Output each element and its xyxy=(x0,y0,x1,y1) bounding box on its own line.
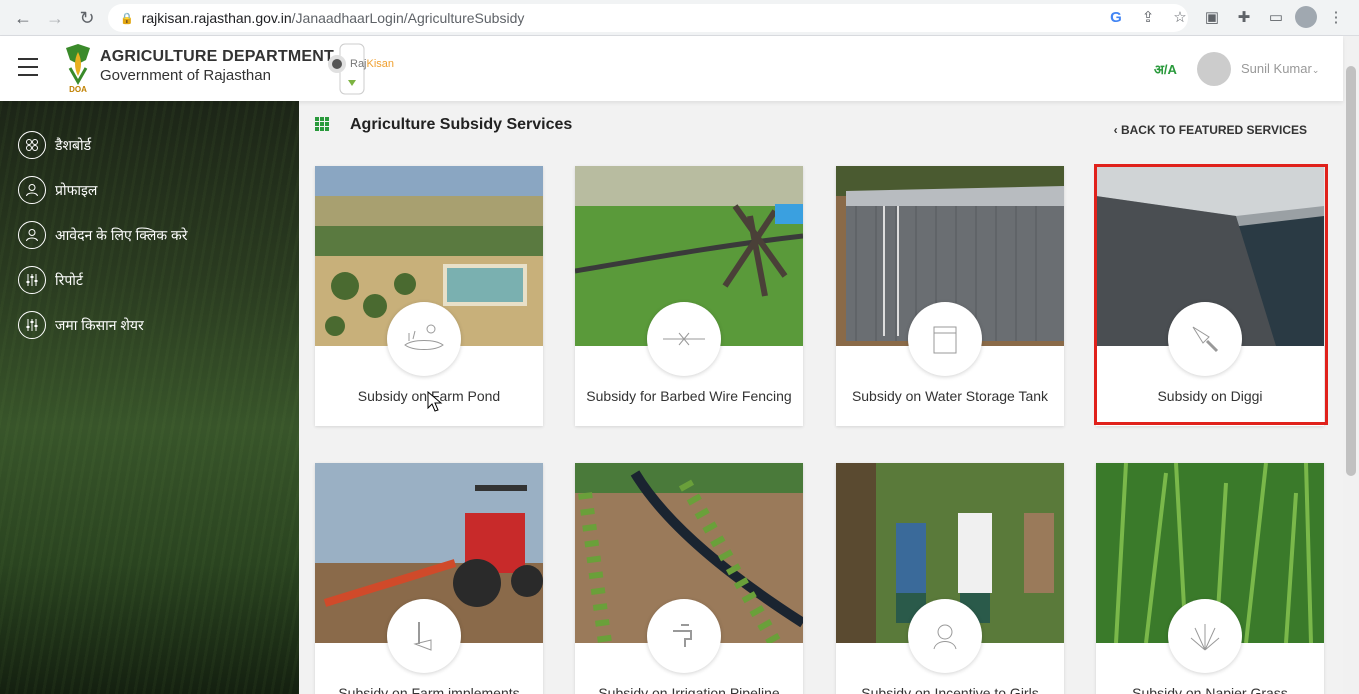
card-barbed-wire[interactable]: Subsidy for Barbed Wire Fencing xyxy=(575,166,803,426)
sliders-icon xyxy=(18,311,46,339)
card-farm-implements[interactable]: Subsidy on Farm implements xyxy=(315,463,543,694)
sidepanel-icon[interactable]: ▭ xyxy=(1263,4,1289,30)
sidebar-item-label: आवेदन के लिए क्लिक करे xyxy=(55,226,188,243)
grass-icon xyxy=(1168,599,1242,673)
card-label: Subsidy for Barbed Wire Fencing xyxy=(586,388,792,404)
selection-highlight xyxy=(1094,164,1328,425)
share-icon[interactable]: ⇪ xyxy=(1135,4,1161,30)
puzzle-icon[interactable]: ✚ xyxy=(1231,4,1257,30)
lock-icon: 🔒 xyxy=(120,12,134,25)
sidebar: डैशबोर्ड प्रोफाइल आवेदन के लिए क्लिक करे… xyxy=(0,101,299,694)
card-incentive-girls[interactable]: Subsidy on Incentive to Girls xyxy=(836,463,1064,694)
sidebar-item-label: डैशबोर्ड xyxy=(55,136,92,153)
card-label: Subsidy on Irrigation Pipeline xyxy=(598,685,780,694)
farm-pond-icon xyxy=(387,302,461,376)
app-header: DOA AGRICULTURE DEPARTMENT Government of… xyxy=(0,36,1343,101)
main-content: Agriculture Subsidy Services ‹ BACK TO F… xyxy=(299,101,1343,694)
hamburger-menu-icon[interactable] xyxy=(18,58,38,76)
sidebar-item-label: रिपोर्ट xyxy=(55,271,83,288)
profile-avatar[interactable] xyxy=(1295,6,1317,28)
girl-icon xyxy=(908,599,982,673)
card-label: Subsidy on Napier Grass xyxy=(1132,685,1288,694)
brand-suffix: Kisan xyxy=(366,58,395,70)
card-farm-pond[interactable]: Subsidy on Farm Pond xyxy=(315,166,543,426)
page-scrollbar[interactable] xyxy=(1343,36,1359,694)
faucet-icon xyxy=(647,599,721,673)
sidebar-item-label: जमा किसान शेयर xyxy=(55,316,144,333)
card-water-tank[interactable]: Subsidy on Water Storage Tank xyxy=(836,166,1064,426)
card-irrigation-pipeline[interactable]: Subsidy on Irrigation Pipeline xyxy=(575,463,803,694)
sidebar-item-label: प्रोफाइल xyxy=(55,181,98,198)
forward-arrow-icon[interactable]: → xyxy=(40,3,70,33)
sidebar-item-apply[interactable]: आवेदन के लिए क्लिक करे xyxy=(18,221,187,249)
url-host: rajkisan.rajasthan.gov.in xyxy=(141,10,292,26)
browser-toolbar: ← → ↻ 🔒 rajkisan.rajasthan.gov.in/Janaad… xyxy=(0,0,1359,36)
user-avatar[interactable] xyxy=(1197,52,1231,86)
card-napier-grass[interactable]: Subsidy on Napier Grass xyxy=(1096,463,1324,694)
dept-title: AGRICULTURE DEPARTMENT xyxy=(100,48,335,65)
extension-icon[interactable]: ▣ xyxy=(1199,4,1225,30)
card-label: Subsidy on Farm implements xyxy=(338,685,520,694)
sidebar-item-report[interactable]: रिपोर्ट xyxy=(18,266,83,294)
grid-icon xyxy=(315,117,329,131)
user-menu[interactable]: Sunil Kumar⌄ xyxy=(1241,61,1319,76)
sliders-icon xyxy=(18,266,46,294)
card-label: Subsidy on Water Storage Tank xyxy=(851,388,1049,404)
user-name: Sunil Kumar xyxy=(1241,61,1312,76)
brand-prefix: Raj xyxy=(350,58,367,70)
address-bar[interactable]: 🔒 rajkisan.rajasthan.gov.in/JanaadhaarLo… xyxy=(108,4,1188,32)
rajkisan-brand: RajKisan xyxy=(350,58,394,70)
barbed-wire-icon xyxy=(647,302,721,376)
url-path: /JanaadhaarLogin/AgricultureSubsidy xyxy=(291,10,525,26)
user-icon xyxy=(18,221,46,249)
dashboard-icon xyxy=(18,131,46,159)
star-icon[interactable]: ☆ xyxy=(1167,4,1193,30)
sidebar-item-profile[interactable]: प्रोफाइल xyxy=(18,176,97,204)
language-toggle[interactable]: अ/A xyxy=(1154,60,1177,78)
page-title: Agriculture Subsidy Services xyxy=(350,116,573,133)
cursor-icon xyxy=(427,391,443,412)
reload-icon[interactable]: ↻ xyxy=(72,3,102,33)
plough-icon xyxy=(387,599,461,673)
card-label: Subsidy on Incentive to Girls xyxy=(861,685,1039,694)
user-icon xyxy=(18,176,46,204)
back-arrow-icon[interactable]: ← xyxy=(8,3,38,33)
google-icon[interactable]: G xyxy=(1103,4,1129,30)
doa-logo-text: DOA xyxy=(69,85,87,94)
dept-subtitle: Government of Rajasthan xyxy=(100,67,271,84)
doa-logo: DOA xyxy=(66,44,90,94)
menu-icon[interactable]: ⋮ xyxy=(1323,4,1349,30)
chevron-down-icon: ⌄ xyxy=(1311,65,1320,75)
scrollbar-thumb[interactable] xyxy=(1346,66,1356,476)
browser-extensions: G ⇪ ☆ ▣ ✚ ▭ ⋮ xyxy=(1103,4,1349,30)
sidebar-item-share[interactable]: जमा किसान शेयर xyxy=(18,311,144,339)
back-to-featured-link[interactable]: ‹ BACK TO FEATURED SERVICES xyxy=(1114,123,1307,137)
sidebar-item-dashboard[interactable]: डैशबोर्ड xyxy=(18,131,91,159)
water-tank-icon xyxy=(908,302,982,376)
